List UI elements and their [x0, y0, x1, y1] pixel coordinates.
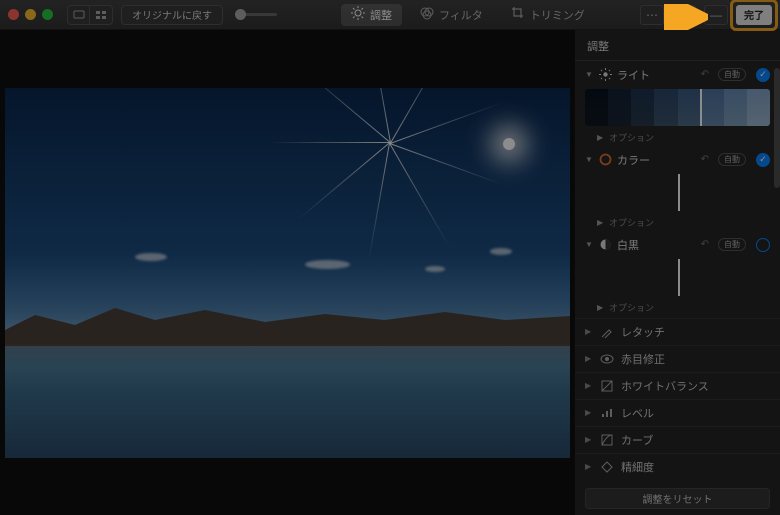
whitebalance-icon — [600, 379, 614, 393]
adjust-icon — [351, 6, 365, 23]
disclosure-triangle-icon[interactable]: ▼ — [585, 70, 593, 79]
section-light[interactable]: ▼ ライト ↶ 自動 ✓ — [575, 63, 780, 87]
reset-color-icon[interactable]: ↶ — [701, 154, 709, 165]
heart-icon: ♡ — [679, 8, 690, 22]
light-preview-strip[interactable] — [585, 89, 770, 126]
crop-icon — [511, 6, 525, 23]
color-enabled-toggle[interactable]: ✓ — [756, 153, 770, 167]
done-button[interactable]: 完了 — [736, 5, 772, 25]
section-levels-label: レベル — [621, 405, 654, 421]
main: 調整 ▼ ライト ↶ 自動 ✓ ▶オプション ▼ カラー ↶ 自動 ✓ — [0, 30, 780, 515]
ellipsis-icon: ⋯ — [646, 8, 658, 22]
reset-bw-icon[interactable]: ↶ — [701, 239, 709, 250]
section-whitebalance[interactable]: ▶ ホワイトバランス — [575, 372, 780, 399]
section-curves[interactable]: ▶ カーブ — [575, 426, 780, 453]
info-button[interactable]: — — [704, 5, 728, 25]
disclosure-triangle-icon[interactable]: ▼ — [585, 155, 593, 164]
light-enabled-toggle[interactable]: ✓ — [756, 68, 770, 82]
sidebar-title: 調整 — [575, 30, 780, 60]
bw-options-toggle[interactable]: ▶オプション — [575, 299, 780, 318]
light-slider-handle[interactable] — [700, 89, 702, 126]
color-icon — [598, 153, 612, 167]
section-whitebalance-label: ホワイトバランス — [621, 378, 709, 394]
reset-adjustments-button[interactable]: 調整をリセット — [585, 488, 770, 509]
dash-icon: — — [710, 8, 722, 22]
bw-preview-strip[interactable] — [585, 259, 770, 296]
color-slider-handle[interactable] — [678, 174, 680, 211]
section-definition-label: 精細度 — [621, 459, 654, 475]
retouch-icon — [600, 325, 614, 339]
close-window-button[interactable] — [8, 9, 19, 20]
section-light-label: ライト — [617, 67, 696, 83]
window-traffic-lights — [8, 9, 53, 20]
section-color[interactable]: ▼ カラー ↶ 自動 ✓ — [575, 148, 780, 172]
zoom-window-button[interactable] — [42, 9, 53, 20]
section-retouch[interactable]: ▶ レタッチ — [575, 318, 780, 345]
auto-bw-button[interactable]: 自動 — [718, 238, 746, 251]
section-color-label: カラー — [617, 152, 696, 168]
tab-crop-label: トリミング — [530, 7, 585, 23]
light-options-toggle[interactable]: ▶オプション — [575, 129, 780, 148]
tab-adjust[interactable]: 調整 — [341, 4, 402, 26]
auto-color-button[interactable]: 自動 — [718, 153, 746, 166]
bw-icon — [598, 238, 612, 252]
definition-icon — [600, 460, 614, 474]
sidebar-scrollbar[interactable] — [774, 68, 780, 188]
view-mode-segment[interactable] — [67, 5, 113, 25]
favorite-button[interactable]: ♡ — [672, 5, 696, 25]
auto-light-button[interactable]: 自動 — [718, 68, 746, 81]
toolbar: オリジナルに戻す 調整 フィルタ トリミング ⋯ ♡ — 完了 — [0, 0, 780, 30]
section-curves-label: カーブ — [621, 432, 653, 448]
revert-to-original-button[interactable]: オリジナルに戻す — [121, 5, 223, 25]
bw-enabled-toggle[interactable] — [756, 238, 770, 252]
section-redeye[interactable]: ▶ 赤目修正 — [575, 345, 780, 372]
section-bw-label: 白黒 — [617, 237, 696, 253]
minimize-window-button[interactable] — [25, 9, 36, 20]
color-preview-strip[interactable] — [585, 174, 770, 211]
levels-icon — [600, 406, 614, 420]
light-icon — [598, 68, 612, 82]
photo-canvas[interactable] — [0, 30, 574, 515]
reset-light-icon[interactable]: ↶ — [701, 69, 709, 80]
section-redeye-label: 赤目修正 — [621, 351, 665, 367]
tab-filter[interactable]: フィルタ — [410, 4, 493, 26]
section-bw[interactable]: ▼ 白黒 ↶ 自動 — [575, 233, 780, 257]
zoom-slider-thumb[interactable] — [235, 9, 246, 20]
more-button[interactable]: ⋯ — [640, 5, 664, 25]
grid-view-icon[interactable] — [90, 6, 112, 24]
edited-photo — [5, 88, 570, 458]
tab-adjust-label: 調整 — [370, 7, 392, 23]
zoom-slider[interactable] — [235, 13, 277, 16]
disclosure-triangle-icon[interactable]: ▼ — [585, 240, 593, 249]
redeye-icon — [600, 352, 614, 366]
filter-icon — [420, 6, 434, 23]
bw-slider-handle[interactable] — [678, 259, 680, 296]
section-retouch-label: レタッチ — [621, 324, 665, 340]
adjust-sidebar: 調整 ▼ ライト ↶ 自動 ✓ ▶オプション ▼ カラー ↶ 自動 ✓ — [574, 30, 780, 515]
tab-crop[interactable]: トリミング — [501, 4, 595, 26]
tab-filter-label: フィルタ — [439, 7, 483, 23]
color-options-toggle[interactable]: ▶オプション — [575, 214, 780, 233]
curves-icon — [600, 433, 614, 447]
section-definition[interactable]: ▶ 精細度 — [575, 453, 780, 480]
photos-view-icon[interactable] — [68, 6, 90, 24]
section-levels[interactable]: ▶ レベル — [575, 399, 780, 426]
